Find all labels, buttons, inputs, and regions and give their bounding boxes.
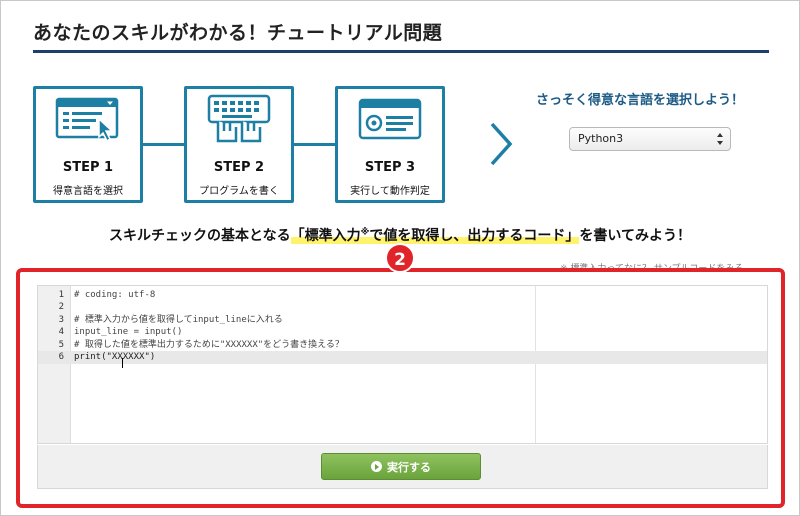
headline-open-bracket: 「 (290, 228, 305, 244)
step-2-card: STEP 2 プログラムを書く (184, 86, 294, 203)
browser-window-icon (358, 98, 422, 140)
line-number: 6 (58, 352, 64, 362)
headline-highlight: 「標準入力※で値を取得し、出力するコード」 (290, 227, 580, 244)
run-button-label: 実行する (387, 460, 431, 474)
headline-close-bracket: 」 (565, 228, 580, 244)
page-title: あなたのスキルがわかる！チュートリアル問題 (33, 22, 443, 44)
step-2-desc: プログラムを書く (199, 186, 279, 197)
chevron-right-icon (490, 122, 513, 166)
headline-highlight-term: 標準入力 (304, 228, 361, 244)
play-circle-icon (371, 461, 382, 472)
title-underline (33, 50, 769, 53)
run-toolbar: 実行する (37, 445, 768, 489)
line-number: 4 (58, 327, 64, 337)
select-arrows-icon (717, 133, 723, 145)
run-button[interactable]: 実行する (321, 453, 481, 480)
code-line[interactable]: 2 (38, 301, 767, 314)
headline-highlight-rest: で値を取得し、出力するコード (369, 228, 566, 244)
step-connector (143, 143, 184, 146)
step-2-label: STEP 2 (213, 160, 265, 175)
language-prompt: さっそく得意な言語を選択しよう！ (536, 93, 745, 108)
code-line-active[interactable]: 6 print("XXXXXX") (38, 351, 767, 364)
step-3-desc: 実行して動作判定 (350, 186, 430, 197)
step-1-desc: 得意言語を選択 (53, 186, 123, 197)
step-3-label: STEP 3 (364, 160, 416, 175)
step-3-card: STEP 3 実行して動作判定 (335, 86, 445, 203)
step-connector (294, 143, 335, 146)
line-number: 2 (58, 302, 64, 312)
code-text: input_line = input() (74, 327, 183, 337)
keyboard-typing-icon (207, 94, 271, 143)
code-line[interactable]: 4 input_line = input() (38, 326, 767, 339)
step-1-label: STEP 1 (62, 160, 114, 175)
headline-text-before: スキルチェックの基本となる (109, 228, 291, 244)
code-editor[interactable]: 1 # coding: utf-8 2 3 # 標準入力から値を取得してinput_… (37, 285, 768, 444)
headline-text-after: を書いてみよう！ (579, 228, 691, 244)
language-selected-value: Python3 (578, 132, 624, 145)
instruction-headline: スキルチェックの基本となる「標準入力※で値を取得し、出力するコード」を書いてみよ… (0, 225, 800, 245)
text-cursor (122, 352, 123, 371)
code-text: print("XXXXXX") (74, 352, 156, 362)
step-number-badge: 2 (385, 243, 415, 273)
step-1-card: STEP 1 得意言語を選択 (33, 86, 143, 203)
select-list-icon (55, 97, 119, 143)
language-select[interactable]: Python3 (569, 127, 731, 151)
